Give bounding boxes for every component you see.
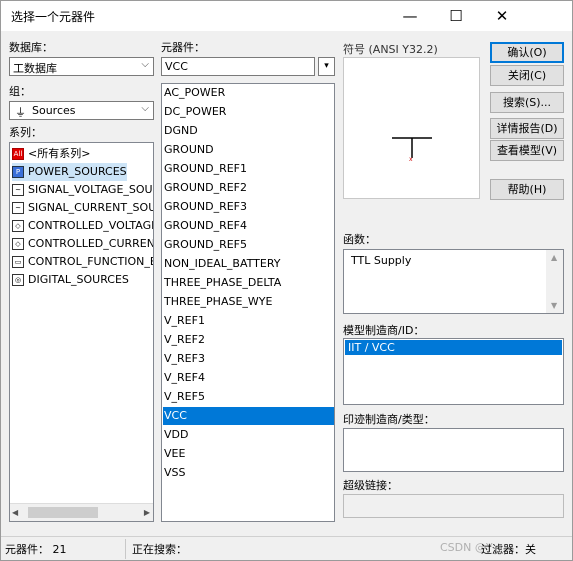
horizontal-scrollbar[interactable]: ◀ ▶ <box>10 503 153 521</box>
filter-status: 过滤器：关 <box>481 543 536 556</box>
vcc-symbol-icon: x <box>392 137 432 163</box>
family-list[interactable]: All <所有系列> P POWER_SOURCES ~ SIGNAL_VOLTAGE… <box>9 142 154 522</box>
help-button[interactable]: 帮助(H) <box>490 179 564 200</box>
scroll-right-icon[interactable]: ▶ <box>144 508 150 517</box>
group-dropdown[interactable]: ⏚ Sources ⌵ <box>9 101 154 120</box>
function-scrollbar[interactable]: ▲ ▼ <box>546 250 563 313</box>
database-dropdown[interactable]: 工数据库 ⌵ <box>9 57 154 76</box>
family-item[interactable]: All <所有系列> <box>12 145 90 163</box>
family-item[interactable]: ◎ DIGITAL_SOURCES <box>12 271 129 289</box>
dialog-window: 选择一个元器件 — ☐ ✕ 数据库： 工数据库 ⌵ 组： ⏚ Sources ⌵… <box>0 0 573 561</box>
model-manufacturer-label: 模型制造商/ID： <box>343 324 425 337</box>
component-item[interactable]: V_REF2 <box>164 331 205 349</box>
all-families-icon: All <box>12 148 24 160</box>
model-manufacturer-list[interactable]: IIT / VCC <box>343 338 564 405</box>
component-item[interactable]: DC_POWER <box>164 103 226 121</box>
search-button[interactable]: 搜索(S)... <box>490 92 564 113</box>
component-item[interactable]: DGND <box>164 122 198 140</box>
component-item[interactable]: AC_POWER <box>164 84 225 102</box>
component-item[interactable]: VEE <box>164 445 185 463</box>
svg-text:x: x <box>409 156 413 163</box>
minimize-icon[interactable]: — <box>387 1 433 31</box>
component-item[interactable]: GROUND_REF1 <box>164 160 247 178</box>
searching-status: 正在搜索： <box>132 543 187 556</box>
hyperlink-field[interactable] <box>343 494 564 518</box>
ok-button[interactable]: 确认(O) <box>490 42 564 63</box>
component-label: 元器件： <box>161 41 205 54</box>
group-value: Sources <box>32 104 76 117</box>
hyperlink-label: 超级链接： <box>343 479 398 492</box>
component-search-input[interactable]: VCC <box>161 57 315 76</box>
signal-voltage-icon: ~ <box>12 184 24 196</box>
chevron-down-icon: ⌵ <box>141 103 149 114</box>
detail-report-button[interactable]: 详情报告(D) <box>490 118 564 139</box>
scroll-thumb[interactable] <box>28 507 98 518</box>
symbol-preview: x <box>343 57 480 199</box>
component-search-value: VCC <box>165 60 188 73</box>
close-icon[interactable]: ✕ <box>479 1 525 31</box>
power-sources-icon: P <box>12 166 24 178</box>
window-title: 选择一个元器件 <box>11 10 96 24</box>
filter-icon[interactable]: ▾ <box>318 57 335 76</box>
component-item[interactable]: GROUND_REF3 <box>164 198 247 216</box>
footprint-list[interactable] <box>343 428 564 472</box>
scroll-down-icon[interactable]: ▼ <box>551 301 557 310</box>
footprint-label: 印迹制造商/类型： <box>343 413 435 426</box>
group-label: 组： <box>9 85 31 98</box>
controlled-voltage-icon: ◇ <box>12 220 24 232</box>
family-item[interactable]: P POWER_SOURCES <box>12 163 127 181</box>
signal-current-icon: ~ <box>12 202 24 214</box>
sources-icon: ⏚ <box>15 106 26 119</box>
family-item[interactable]: ~ SIGNAL_VOLTAGE_SOUI <box>12 181 153 199</box>
family-item[interactable]: ◇ CONTROLLED_VOLTAGE <box>12 217 153 235</box>
control-function-icon: ▭ <box>12 256 24 268</box>
family-label: 系列： <box>9 126 42 139</box>
component-item[interactable]: GROUND_REF2 <box>164 179 247 197</box>
component-item[interactable]: GROUND_REF4 <box>164 217 247 235</box>
status-divider <box>125 539 126 559</box>
component-item[interactable]: THREE_PHASE_WYE <box>164 293 272 311</box>
model-manufacturer-item-selected[interactable]: IIT / VCC <box>345 340 562 355</box>
title-bar: 选择一个元器件 — ☐ ✕ <box>1 1 572 31</box>
component-item-selected[interactable]: VCC <box>163 407 334 425</box>
component-item[interactable]: VSS <box>164 464 186 482</box>
component-item[interactable]: V_REF5 <box>164 388 205 406</box>
status-bar: 元器件： 21 正在搜索： CSDN @Y 过滤器：关 <box>1 536 572 561</box>
component-item[interactable]: GROUND <box>164 141 214 159</box>
component-item[interactable]: V_REF4 <box>164 369 205 387</box>
controlled-current-icon: ◇ <box>12 238 24 250</box>
family-item[interactable]: ◇ CONTROLLED_CURRENT <box>12 235 153 253</box>
component-item[interactable]: GROUND_REF5 <box>164 236 247 254</box>
family-item[interactable]: ~ SIGNAL_CURRENT_SOU <box>12 199 153 217</box>
component-list[interactable]: AC_POWER DC_POWER DGND GROUND GROUND_REF… <box>161 83 335 522</box>
function-box: TTL Supply ▲ ▼ <box>343 249 564 314</box>
component-count: 元器件： 21 <box>5 543 67 556</box>
scroll-left-icon[interactable]: ◀ <box>12 508 18 517</box>
component-item[interactable]: V_REF1 <box>164 312 205 330</box>
component-item[interactable]: THREE_PHASE_DELTA <box>164 274 281 292</box>
component-item[interactable]: NON_IDEAL_BATTERY <box>164 255 281 273</box>
symbol-label: 符号 (ANSI Y32.2) <box>343 43 438 56</box>
view-model-button[interactable]: 查看模型(V) <box>490 140 564 161</box>
maximize-icon[interactable]: ☐ <box>433 1 479 31</box>
close-button[interactable]: 关闭(C) <box>490 65 564 86</box>
database-value: 工数据库 <box>13 62 57 75</box>
chevron-down-icon: ⌵ <box>141 59 149 70</box>
component-item[interactable]: V_REF3 <box>164 350 205 368</box>
component-item[interactable]: VDD <box>164 426 188 444</box>
digital-sources-icon: ◎ <box>12 274 24 286</box>
scroll-up-icon[interactable]: ▲ <box>551 253 557 262</box>
function-value: TTL Supply <box>351 254 412 267</box>
function-label: 函数： <box>343 233 376 246</box>
family-item[interactable]: ▭ CONTROL_FUNCTION_B <box>12 253 153 271</box>
database-label: 数据库： <box>9 41 53 54</box>
